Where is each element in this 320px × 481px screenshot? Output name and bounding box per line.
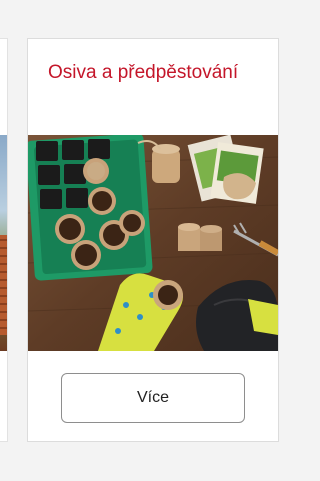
seedlings-illustration xyxy=(28,135,278,351)
more-button[interactable]: Více xyxy=(61,373,245,423)
category-card-seeds[interactable]: Osiva a předpěstování Více xyxy=(27,38,279,442)
previous-category-card[interactable] xyxy=(0,38,8,442)
seedling-tray xyxy=(28,135,153,281)
category-carousel: Osiva a předpěstování Více xyxy=(0,0,295,481)
previous-category-image xyxy=(0,135,7,351)
category-image[interactable] xyxy=(28,135,278,351)
category-title[interactable]: Osiva a předpěstování xyxy=(48,59,263,87)
peat-pots xyxy=(178,223,222,251)
brick-wall-detail xyxy=(0,235,7,335)
